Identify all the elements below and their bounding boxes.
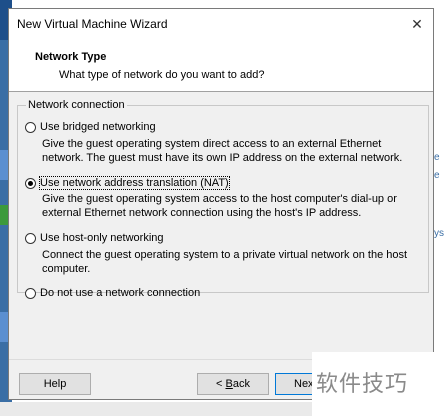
help-button[interactable]: Help xyxy=(19,373,91,395)
back-button-rest: ack xyxy=(232,378,250,390)
radio-nat[interactable] xyxy=(25,178,36,189)
wizard-header: Network Type What type of network do you… xyxy=(9,39,433,92)
radio-host-only[interactable] xyxy=(25,233,36,244)
option-bridged-label[interactable]: Use bridged networking xyxy=(40,121,156,133)
window-title: New Virtual Machine Wizard xyxy=(17,17,168,31)
option-bridged-description: Give the guest operating system direct a… xyxy=(42,138,403,164)
background-text: ys xyxy=(434,228,444,239)
radio-bridged[interactable] xyxy=(25,122,36,133)
back-button-prefix: < xyxy=(216,378,226,390)
group-label: Network connection xyxy=(26,99,127,111)
close-icon[interactable]: ✕ xyxy=(405,12,429,36)
title-bar: New Virtual Machine Wizard ✕ xyxy=(9,9,433,39)
watermark-overlay: 软件技巧 xyxy=(312,352,444,416)
radio-no-network[interactable] xyxy=(25,288,36,299)
option-host-only-label[interactable]: Use host-only networking xyxy=(40,232,164,244)
option-no-network-label[interactable]: Do not use a network connection xyxy=(40,287,200,299)
background-text: e xyxy=(434,152,440,163)
page-title: Network Type xyxy=(35,51,107,63)
page-subtitle: What type of network do you want to add? xyxy=(59,69,265,81)
background-text: e xyxy=(434,170,440,181)
back-button[interactable]: < Back xyxy=(197,373,269,395)
back-button-mnemonic: B xyxy=(225,378,233,390)
option-nat-label[interactable]: Use network address translation (NAT) xyxy=(39,176,230,190)
option-host-only-description: Connect the guest operating system to a … xyxy=(42,249,408,275)
new-vm-wizard-dialog: New Virtual Machine Wizard ✕ Network Typ… xyxy=(8,8,434,400)
watermark-text: 软件技巧 xyxy=(316,372,409,397)
option-nat-description: Give the guest operating system access t… xyxy=(42,193,397,219)
